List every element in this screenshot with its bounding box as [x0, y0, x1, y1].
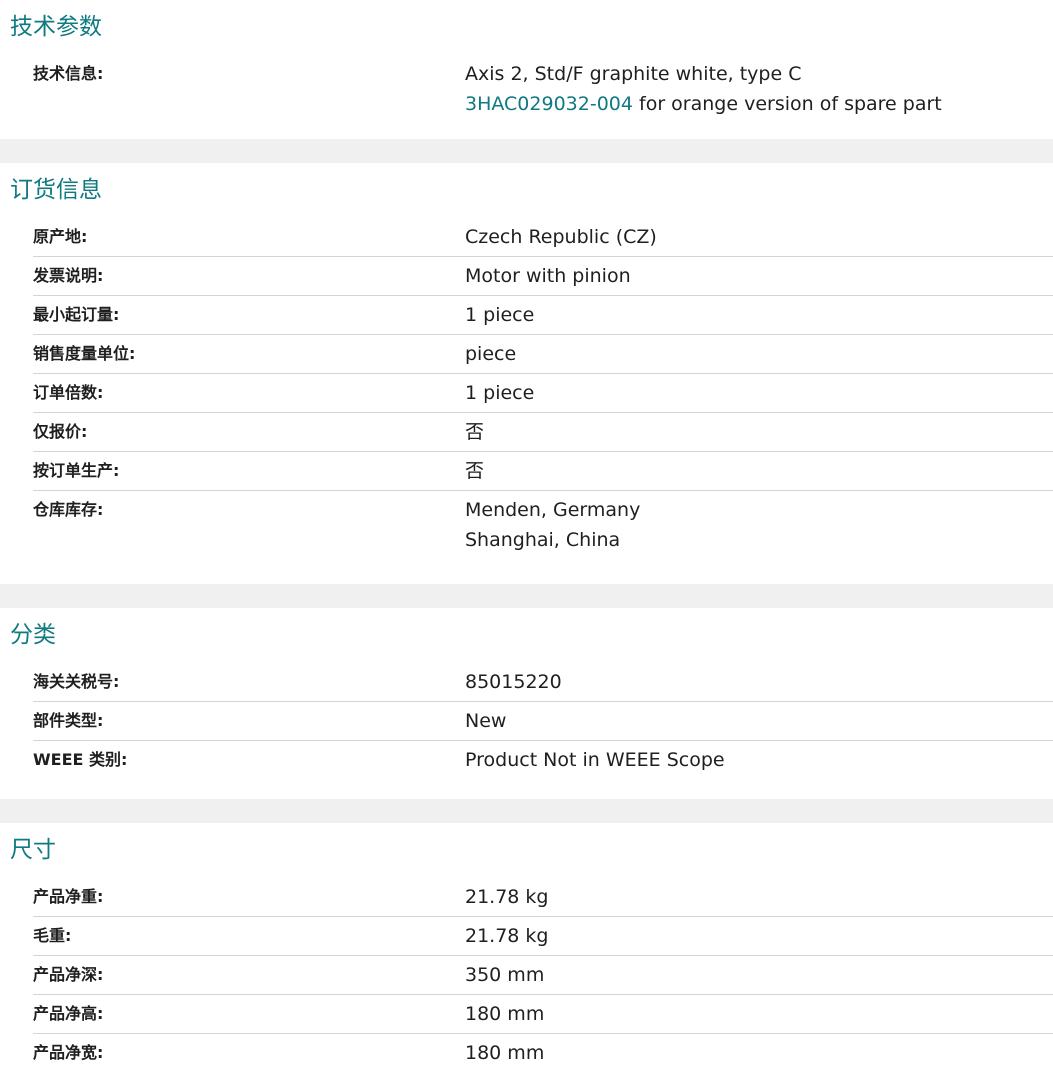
- row-value: 21.78 kg: [465, 925, 549, 947]
- row-label: 毛重:: [33, 926, 72, 945]
- row-value: 21.78 kg: [465, 886, 549, 908]
- table-row: 按订单生产: 否: [33, 452, 1053, 491]
- row-value: 85015220: [465, 671, 562, 693]
- warehouse-location: Menden, Germany: [465, 499, 641, 521]
- row-value: Menden, Germany Shanghai, China: [465, 491, 640, 559]
- row-value: 1 piece: [465, 304, 535, 326]
- row-value: piece: [465, 343, 517, 365]
- technical-rows: 技术信息: Axis 2, Std/F graphite white, type…: [0, 55, 1053, 123]
- table-row: 产品净深: 350 mm: [33, 956, 1053, 995]
- row-label: 产品净宽:: [33, 1043, 104, 1062]
- row-label: 按订单生产:: [33, 461, 120, 480]
- row-label: 仓库库存:: [33, 500, 104, 519]
- table-row: 毛重: 21.78 kg: [33, 917, 1053, 956]
- row-label: 产品净深:: [33, 965, 104, 984]
- part-number-link[interactable]: 3HAC029032-004: [465, 93, 633, 115]
- table-row: 技术信息: Axis 2, Std/F graphite white, type…: [33, 55, 1053, 123]
- section-separator: [0, 139, 1053, 163]
- table-row: WEEE 类别: Product Not in WEEE Scope: [33, 741, 1053, 780]
- order-rows: 原产地: Czech Republic (CZ) 发票说明: Motor wit…: [0, 218, 1053, 559]
- section-title-classification: 分类: [10, 622, 56, 648]
- section-separator: [0, 799, 1053, 823]
- row-label: 产品净重:: [33, 887, 104, 906]
- warehouse-location: Shanghai, China: [465, 529, 621, 551]
- table-row: 订单倍数: 1 piece: [33, 374, 1053, 413]
- table-row: 海关关税号: 85015220: [33, 663, 1053, 702]
- dimensions-rows: 产品净重: 21.78 kg 毛重: 21.78 kg 产品净深: 350 mm…: [0, 878, 1053, 1073]
- table-row: 仅报价: 否: [33, 413, 1053, 452]
- section-title-dimensions: 尺寸: [10, 837, 56, 863]
- table-row: 发票说明: Motor with pinion: [33, 257, 1053, 296]
- row-value: Motor with pinion: [465, 265, 631, 287]
- table-row: 最小起订量: 1 piece: [33, 296, 1053, 335]
- table-row: 产品净重: 21.78 kg: [33, 878, 1053, 917]
- table-row: 销售度量单位: piece: [33, 335, 1053, 374]
- row-label: 销售度量单位:: [33, 344, 136, 363]
- tech-info-suffix: for orange version of spare part: [632, 93, 942, 115]
- row-label: 海关关税号:: [33, 672, 120, 691]
- row-value: 否: [465, 421, 485, 443]
- row-value: Axis 2, Std/F graphite white, type C 3HA…: [465, 55, 942, 123]
- row-value: 否: [465, 460, 485, 482]
- tech-info-line: Axis 2, Std/F graphite white, type C: [465, 63, 802, 85]
- row-value: 180 mm: [465, 1003, 545, 1025]
- table-row: 原产地: Czech Republic (CZ): [33, 218, 1053, 257]
- table-row: 产品净宽: 180 mm: [33, 1034, 1053, 1073]
- row-label: 订单倍数:: [33, 383, 104, 402]
- row-value: New: [465, 710, 507, 732]
- dimensions-section: 尺寸 产品净重: 21.78 kg 毛重: 21.78 kg 产品净深: 350…: [0, 823, 1053, 1081]
- classification-rows: 海关关税号: 85015220 部件类型: New WEEE 类别: Produ…: [0, 663, 1053, 780]
- row-value: Product Not in WEEE Scope: [465, 749, 725, 771]
- table-row: 产品净高: 180 mm: [33, 995, 1053, 1034]
- row-label: 原产地:: [33, 227, 88, 246]
- row-label: 最小起订量:: [33, 305, 120, 324]
- order-section: 订货信息 原产地: Czech Republic (CZ) 发票说明: Moto…: [0, 163, 1053, 584]
- table-row: 部件类型: New: [33, 702, 1053, 741]
- product-details-page: 技术参数 技术信息: Axis 2, Std/F graphite white,…: [0, 0, 1053, 1081]
- row-label: 技术信息:: [33, 64, 104, 83]
- section-title-technical: 技术参数: [10, 14, 102, 40]
- row-label: 产品净高:: [33, 1004, 104, 1023]
- row-label: 仅报价:: [33, 422, 88, 441]
- tech-info-line: 3HAC029032-004 for orange version of spa…: [465, 89, 942, 119]
- row-value: Czech Republic (CZ): [465, 226, 657, 248]
- row-value: 180 mm: [465, 1042, 545, 1064]
- classification-section: 分类 海关关税号: 85015220 部件类型: New WEEE 类别: Pr…: [0, 608, 1053, 799]
- row-label: 部件类型:: [33, 711, 104, 730]
- table-row: 仓库库存: Menden, Germany Shanghai, China: [33, 491, 1053, 559]
- row-value: 1 piece: [465, 382, 535, 404]
- row-label: WEEE 类别:: [33, 750, 128, 769]
- technical-section: 技术参数 技术信息: Axis 2, Std/F graphite white,…: [0, 0, 1053, 139]
- section-separator: [0, 584, 1053, 608]
- row-value: 350 mm: [465, 964, 545, 986]
- section-title-order: 订货信息: [10, 177, 102, 203]
- row-label: 发票说明:: [33, 266, 104, 285]
